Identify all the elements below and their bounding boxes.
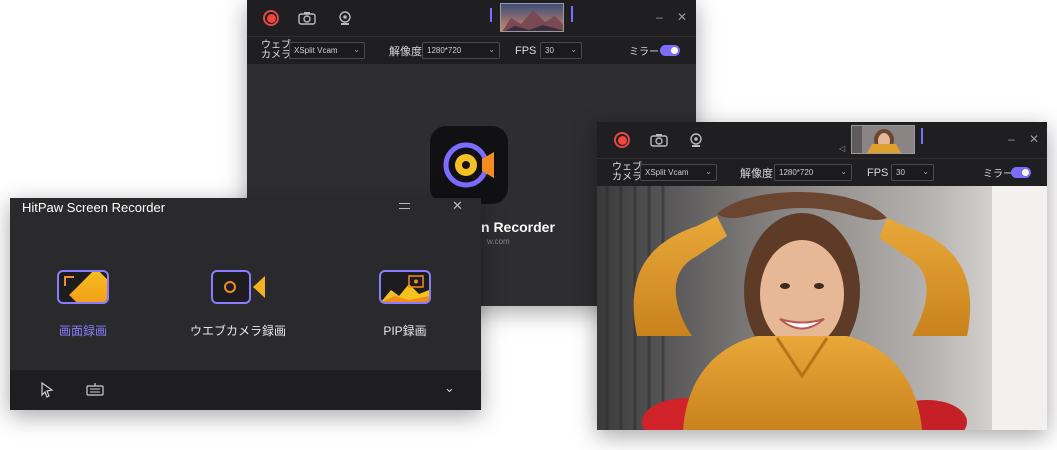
webcam-select[interactable]: XSplit Vcam ⌄ bbox=[640, 164, 717, 181]
mirror-label: ミラー bbox=[629, 47, 659, 58]
keyboard-icon[interactable] bbox=[86, 382, 104, 396]
main-recorder-window: HitPaw Screen Recorder ✕ 画面録画 ウエブカメラ録画 P… bbox=[10, 198, 481, 410]
resolution-select[interactable]: 1280*720 ⌄ bbox=[422, 42, 500, 59]
minimize-icon[interactable]: – bbox=[1008, 132, 1015, 146]
mode-label: 画面録画 bbox=[58, 324, 107, 338]
mode-label: ウエブカメラ録画 bbox=[189, 324, 286, 338]
main-footer: ⌄ bbox=[10, 370, 481, 410]
camera-settings-bar: ウェブ カメラ XSplit Vcam ⌄ 解像度 1280*720 ⌄ FPS 3… bbox=[597, 158, 1047, 186]
speaker-icon: ◁ bbox=[839, 144, 846, 153]
webcam-button[interactable] bbox=[335, 8, 355, 28]
mirror-toggle[interactable] bbox=[1011, 167, 1031, 178]
camera-icon bbox=[298, 12, 316, 25]
webcam-record-icon bbox=[211, 270, 265, 304]
fps-select[interactable]: 30 ⌄ bbox=[891, 164, 934, 181]
audio-level-bar bbox=[490, 8, 492, 22]
mode-pip-record[interactable]: PIP録画 bbox=[335, 270, 475, 339]
chevron-down-icon: ⌄ bbox=[488, 45, 495, 54]
record-icon bbox=[614, 132, 630, 148]
webcam-select[interactable]: XSplit Vcam ⌄ bbox=[289, 42, 365, 59]
webcam-preview-window-front: ◁ – ✕ ウェブ カメラ XSplit Vcam ⌄ 解像度 1280*720 ⌄… bbox=[597, 122, 1047, 430]
screenshot-button[interactable] bbox=[649, 130, 669, 150]
mic-level-bar bbox=[921, 128, 923, 144]
preview-thumbnail[interactable] bbox=[851, 125, 915, 154]
menu-icon[interactable] bbox=[399, 201, 410, 211]
resolution-label: 解像度 bbox=[740, 167, 773, 180]
webcam-label: ウェブ カメラ bbox=[612, 161, 642, 183]
webcam-video-feed bbox=[597, 186, 1047, 430]
screen-record-icon bbox=[57, 270, 109, 304]
window-title: HitPaw Screen Recorder bbox=[22, 200, 166, 215]
app-name-text: n Recorder bbox=[481, 219, 555, 235]
mode-screen-record[interactable]: 画面録画 bbox=[13, 270, 153, 339]
minimize-icon[interactable]: – bbox=[656, 10, 663, 24]
mic-level-bar bbox=[571, 6, 573, 22]
mirror-toggle[interactable] bbox=[660, 45, 680, 56]
recording-toolbar: – ✕ bbox=[247, 0, 696, 36]
recording-toolbar: ◁ – ✕ bbox=[597, 122, 1047, 158]
close-icon[interactable]: ✕ bbox=[677, 10, 687, 24]
woman-thumbnail-image bbox=[852, 126, 914, 153]
camera-settings-bar: ウェブ カメラ XSplit Vcam ⌄ 解像度 1280*720 ⌄ FPS 3… bbox=[247, 36, 696, 64]
record-button[interactable] bbox=[612, 130, 632, 150]
fps-label: FPS bbox=[867, 166, 889, 179]
mountain-thumbnail-image bbox=[501, 4, 563, 31]
mode-webcam-record[interactable]: ウエブカメラ録画 bbox=[168, 270, 308, 339]
webcam-button[interactable] bbox=[686, 130, 706, 150]
camera-icon bbox=[650, 134, 668, 147]
mirror-label: ミラー bbox=[983, 169, 1013, 180]
fps-label: FPS bbox=[515, 44, 537, 57]
chevron-down-icon: ⌄ bbox=[570, 45, 577, 54]
chevron-down-icon[interactable]: ⌄ bbox=[444, 380, 455, 396]
screenshot-button[interactable] bbox=[297, 8, 317, 28]
cursor-icon[interactable] bbox=[40, 382, 54, 398]
hitpaw-logo-icon bbox=[443, 142, 494, 188]
fps-select[interactable]: 30 ⌄ bbox=[540, 42, 582, 59]
app-logo bbox=[430, 126, 508, 204]
preview-thumbnail[interactable] bbox=[500, 3, 564, 32]
webcam-icon bbox=[339, 11, 351, 25]
close-icon[interactable]: ✕ bbox=[1029, 132, 1039, 146]
woman-webcam-image bbox=[597, 186, 1047, 430]
close-icon[interactable]: ✕ bbox=[452, 198, 463, 214]
chevron-down-icon: ⌄ bbox=[705, 167, 712, 176]
website-text: w.com bbox=[487, 237, 510, 246]
chevron-down-icon: ⌄ bbox=[922, 167, 929, 176]
resolution-select[interactable]: 1280*720 ⌄ bbox=[774, 164, 852, 181]
record-button[interactable] bbox=[261, 8, 281, 28]
record-icon bbox=[263, 10, 279, 26]
pip-record-icon bbox=[379, 270, 431, 304]
chevron-down-icon: ⌄ bbox=[840, 167, 847, 176]
webcam-label: ウェブ カメラ bbox=[261, 39, 291, 61]
mode-label: PIP録画 bbox=[383, 324, 427, 338]
webcam-icon bbox=[690, 133, 702, 147]
resolution-label: 解像度 bbox=[389, 45, 422, 58]
chevron-down-icon: ⌄ bbox=[353, 45, 360, 54]
